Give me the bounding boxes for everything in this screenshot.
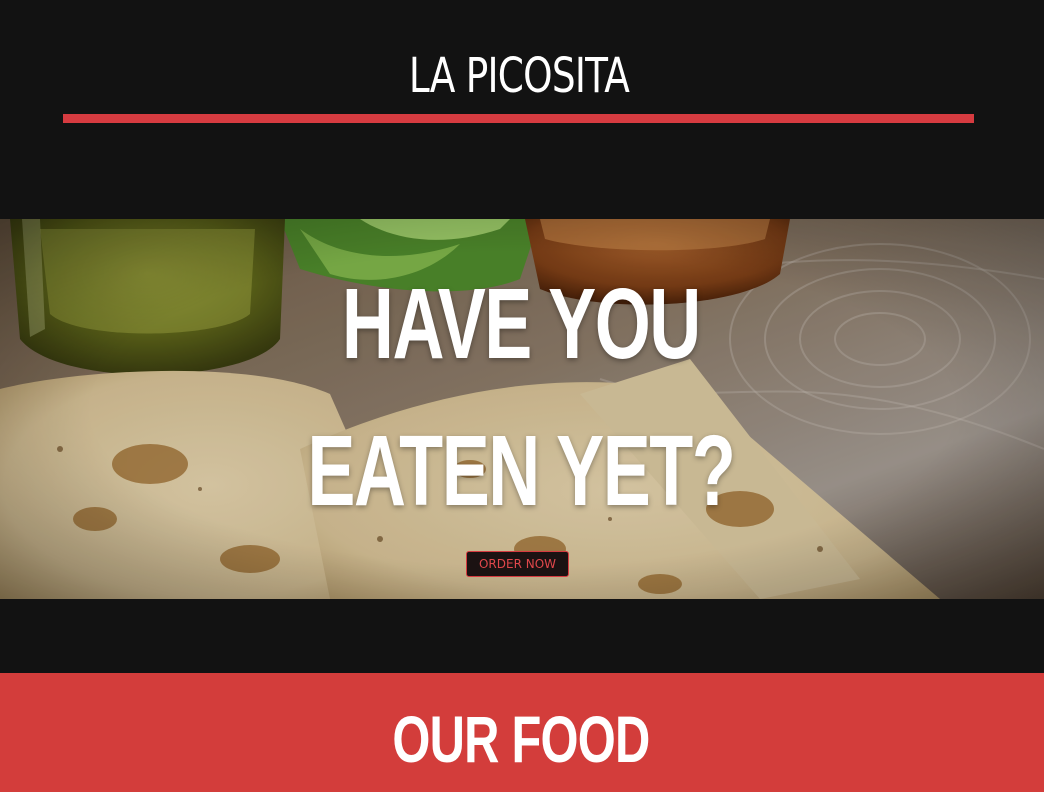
order-now-button[interactable]: ORDER NOW	[466, 551, 569, 577]
hero-headline-line-2: EATEN YET?	[307, 415, 735, 527]
hero-headline-line-1: HAVE YOU	[341, 268, 701, 380]
brand-title[interactable]: LA PICOSITA	[114, 46, 924, 106]
header-divider	[63, 114, 974, 123]
our-food-section: OUR FOOD	[0, 673, 1044, 792]
hero-banner: HAVE YOU EATEN YET? ORDER NOW	[0, 219, 1044, 599]
site-header: LA PICOSITA	[0, 0, 1044, 219]
page: LA PICOSITA HAVE YOU EATEN YET? ORDER NO…	[0, 0, 1044, 792]
section-spacer	[0, 599, 1044, 673]
our-food-heading: OUR FOOD	[392, 702, 650, 776]
